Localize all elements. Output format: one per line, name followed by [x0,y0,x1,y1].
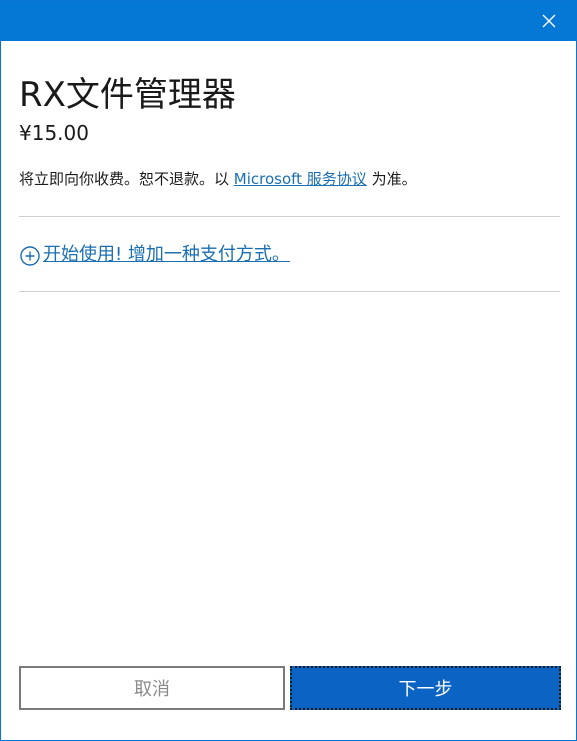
divider-top [19,216,560,217]
next-button[interactable]: 下一步 [290,666,561,710]
close-icon [542,14,556,28]
plus-circle-icon [20,246,40,266]
cancel-button[interactable]: 取消 [19,666,285,710]
terms-suffix: 为准。 [366,170,417,188]
terms-prefix: 将立即向你收费。恕不退款。以 [19,170,234,188]
add-payment-link[interactable]: 开始使用! 增加一种支付方式。 [19,241,290,269]
purchase-dialog: RX文件管理器 ¥15.00 将立即向你收费。恕不退款。以 Microsoft … [0,0,577,741]
add-payment-label: 开始使用! 增加一种支付方式。 [43,244,290,265]
title-bar [1,1,576,41]
close-button[interactable] [526,1,572,41]
divider-bottom [19,291,560,292]
product-title: RX文件管理器 [19,75,236,115]
terms-text: 将立即向你收费。恕不退款。以 Microsoft 服务协议 为准。 [19,167,417,191]
service-agreement-link[interactable]: Microsoft 服务协议 [234,170,367,188]
price: ¥15.00 [19,121,89,145]
